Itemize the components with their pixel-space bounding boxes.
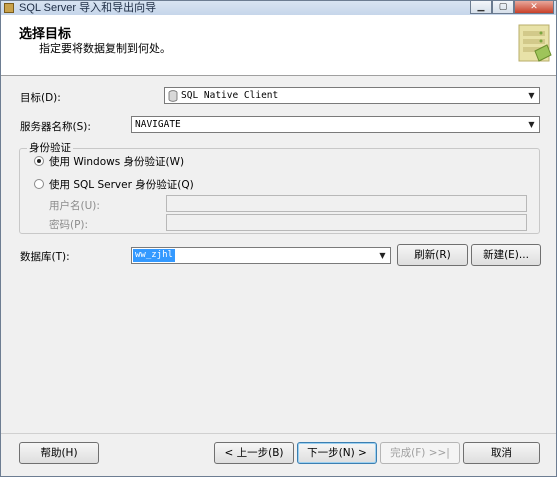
maximize-button[interactable]: ▢	[492, 1, 514, 14]
windows-auth-label[interactable]: 使用 Windows 身份验证(W)	[49, 154, 184, 169]
database-label: 数据库(T):	[20, 251, 70, 263]
server-name-label: 服务器名称(S):	[20, 121, 91, 133]
sql-auth-radio[interactable]	[34, 179, 44, 189]
username-label: 用户名(U):	[49, 200, 100, 212]
back-button[interactable]: < 上一步(B)	[214, 442, 294, 464]
auth-group-title: 身份验证	[27, 140, 73, 155]
username-field[interactable]	[166, 195, 527, 212]
chevron-down-icon[interactable]: ▼	[376, 249, 389, 262]
new-database-button[interactable]: 新建(E)...	[471, 244, 541, 266]
database-value: ww_zjhl	[133, 249, 175, 262]
chevron-down-icon[interactable]: ▼	[525, 89, 538, 102]
destination-select[interactable]: SQL Native Client ▼	[164, 87, 540, 104]
database-combo[interactable]: ww_zjhl ▼	[131, 247, 391, 264]
close-button[interactable]: ✕	[514, 1, 554, 14]
sql-auth-label[interactable]: 使用 SQL Server 身份验证(Q)	[49, 177, 194, 192]
refresh-button[interactable]: 刷新(R)	[397, 244, 468, 266]
title-bar: SQL Server 导入和导出向导 ▁ ▢ ✕	[1, 1, 556, 15]
footer-divider	[1, 433, 556, 434]
next-button[interactable]: 下一步(N) >	[297, 442, 377, 464]
password-label: 密码(P):	[49, 219, 89, 231]
minimize-button[interactable]: ▁	[470, 1, 492, 14]
database-server-icon	[518, 24, 552, 62]
wizard-window: SQL Server 导入和导出向导 ▁ ▢ ✕ 选择目标 指定要将数据复制到何…	[0, 0, 557, 477]
window-title: SQL Server 导入和导出向导	[19, 2, 157, 14]
chevron-down-icon[interactable]: ▼	[525, 118, 538, 131]
app-icon	[4, 3, 14, 13]
caption-buttons: ▁ ▢ ✕	[470, 1, 554, 14]
help-button[interactable]: 帮助(H)	[19, 442, 99, 464]
windows-auth-radio[interactable]	[34, 156, 44, 166]
provider-db-icon	[168, 90, 178, 102]
wizard-header: 选择目标 指定要将数据复制到何处。	[1, 15, 556, 76]
page-subtitle: 指定要将数据复制到何处。	[39, 42, 171, 55]
server-name-value: NAVIGATE	[135, 119, 181, 130]
server-name-combo[interactable]: NAVIGATE ▼	[131, 116, 540, 133]
password-field[interactable]	[166, 214, 527, 231]
destination-label: 目标(D):	[20, 92, 61, 104]
finish-button: 完成(F) >>|	[380, 442, 460, 464]
destination-value: SQL Native Client	[181, 90, 279, 101]
cancel-button[interactable]: 取消	[463, 442, 540, 464]
